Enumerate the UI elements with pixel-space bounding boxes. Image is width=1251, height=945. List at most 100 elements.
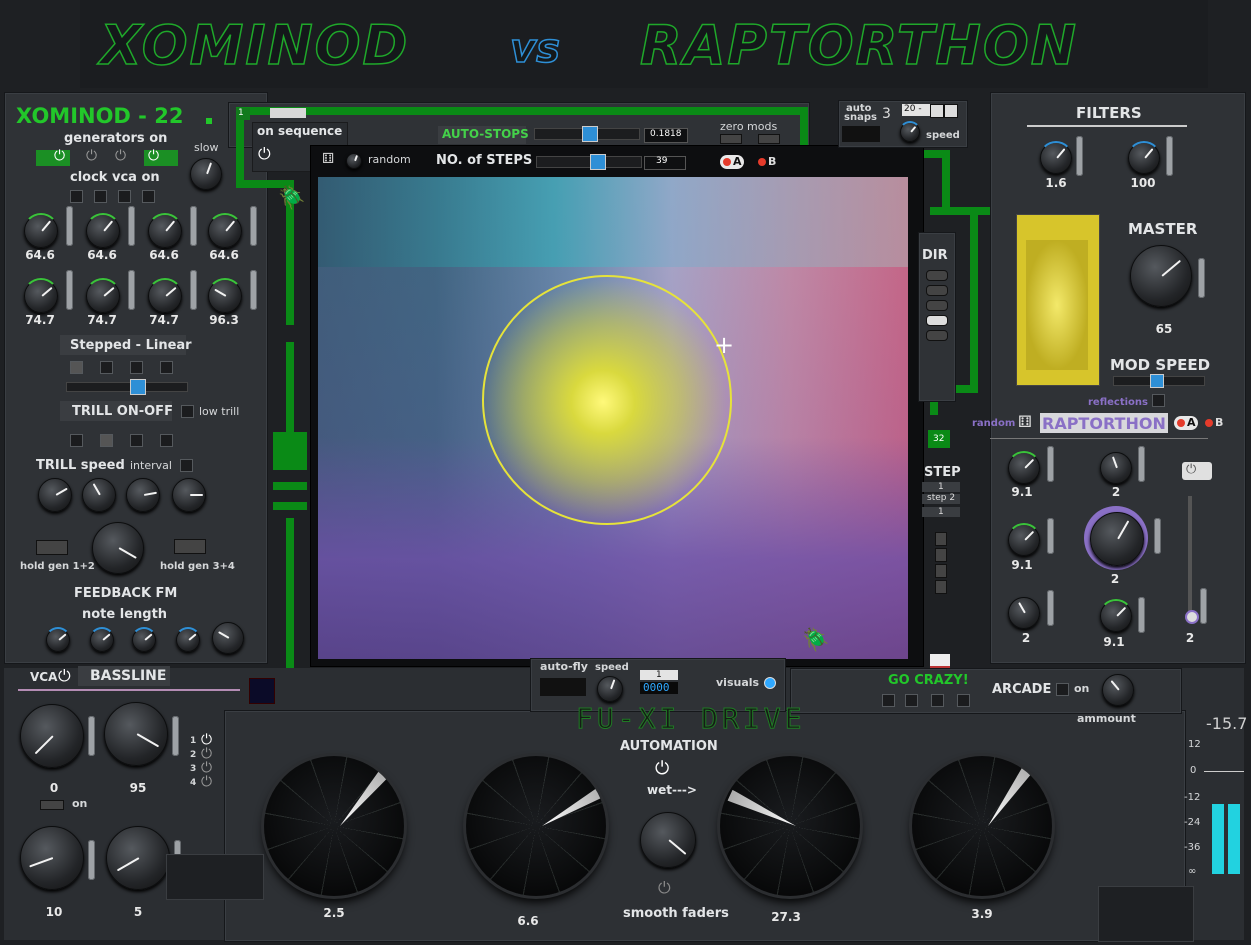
rap-knob-3[interactable] — [1007, 523, 1041, 556]
trill-check-2[interactable] — [100, 434, 113, 447]
rap-knob-6[interactable] — [1099, 599, 1133, 632]
bassline-knob-3[interactable] — [20, 826, 84, 890]
step-button-2[interactable] — [935, 548, 947, 562]
steps-slider-thumb[interactable] — [590, 154, 606, 170]
big-knob-2[interactable] — [466, 756, 606, 896]
seq-b-dot[interactable] — [758, 158, 766, 166]
filter-fader-2[interactable] — [1166, 136, 1173, 176]
auto-snaps-plus[interactable] — [944, 104, 958, 118]
stepped-check-2[interactable] — [100, 361, 113, 374]
rap-fader-3[interactable] — [1047, 518, 1054, 554]
steps-slider-track[interactable] — [536, 156, 642, 168]
clock-vca-check-2[interactable] — [94, 190, 107, 203]
rap-fader-2[interactable] — [1138, 446, 1145, 482]
dir-button-1[interactable] — [926, 270, 948, 281]
gen-fader-3[interactable] — [190, 206, 197, 246]
trill-check-3[interactable] — [130, 434, 143, 447]
stepped-check-1[interactable] — [70, 361, 83, 374]
gen-fader-7[interactable] — [190, 270, 197, 310]
clock-vca-check-1[interactable] — [70, 190, 83, 203]
gen-knob-6[interactable] — [85, 278, 121, 313]
power-icon[interactable]: ⏻ — [201, 774, 212, 790]
dice-icon[interactable]: ⚅ — [322, 151, 334, 167]
automation-power-icon[interactable]: ⏻ — [655, 758, 669, 779]
crazy-check-4[interactable] — [957, 694, 970, 707]
visualizer-canvas[interactable]: + — [318, 177, 908, 659]
master-knob[interactable] — [1130, 245, 1192, 307]
trill-check-4[interactable] — [160, 434, 173, 447]
rap-knob-1[interactable] — [1007, 451, 1041, 484]
hold-gen-34-button[interactable] — [174, 539, 206, 554]
zero-mods-button-2[interactable] — [758, 134, 780, 144]
step-button-1[interactable] — [935, 532, 947, 546]
wet-knob[interactable] — [640, 812, 696, 868]
rap-side-fader[interactable] — [1200, 588, 1207, 624]
stepped-slider-thumb[interactable] — [130, 379, 146, 395]
big-knob-4[interactable] — [912, 756, 1052, 896]
crazy-check-2[interactable] — [905, 694, 918, 707]
hold-gen-12-button[interactable] — [36, 540, 68, 555]
bassline-fader-3[interactable] — [88, 840, 95, 880]
trill-knob-2[interactable] — [82, 478, 116, 512]
rap-knob-2[interactable] — [1100, 452, 1132, 484]
crazy-check-1[interactable] — [882, 694, 895, 707]
reflections-check[interactable] — [1152, 394, 1165, 407]
rap-side-thumb[interactable] — [1185, 610, 1199, 624]
stepped-check-3[interactable] — [130, 361, 143, 374]
dir-button-3[interactable] — [926, 300, 948, 311]
big-knob-1[interactable] — [264, 756, 404, 896]
vca-power-icon[interactable]: ⏻ — [58, 666, 71, 686]
auto-stops-slider-thumb[interactable] — [582, 126, 598, 142]
auto-snaps-speed-knob[interactable] — [899, 121, 921, 142]
visuals-led[interactable] — [764, 677, 776, 689]
gen-fader-5[interactable] — [66, 270, 73, 310]
rap-fader-5[interactable] — [1047, 590, 1054, 626]
bassline-fader-2[interactable] — [172, 716, 179, 756]
note-length-knob-1[interactable] — [45, 627, 71, 652]
crazy-check-3[interactable] — [931, 694, 944, 707]
interval-check[interactable] — [180, 459, 193, 472]
gen-fader-8[interactable] — [250, 270, 257, 310]
filter-knob-1[interactable] — [1039, 141, 1073, 174]
bassline-knob-1[interactable] — [20, 704, 84, 768]
random-knob[interactable] — [346, 153, 362, 169]
rap-big-knob[interactable] — [1090, 512, 1144, 566]
gen-knob-5[interactable] — [23, 278, 59, 313]
gen-knob-8[interactable] — [207, 278, 243, 313]
note-length-knob-4[interactable] — [175, 627, 201, 652]
filter-fader-1[interactable] — [1076, 136, 1083, 176]
ammount-knob[interactable] — [1102, 674, 1134, 706]
gen-knob-4[interactable] — [207, 213, 243, 248]
rap-knob-5[interactable] — [1008, 597, 1040, 629]
mod-speed-slider-thumb[interactable] — [1150, 374, 1164, 388]
gen-knob-7[interactable] — [147, 278, 183, 313]
bassline-knob-4[interactable] — [106, 826, 170, 890]
gen-fader-6[interactable] — [128, 270, 135, 310]
gen-knob-2[interactable] — [85, 213, 121, 248]
auto-fly-button[interactable] — [540, 678, 586, 696]
on-sequence-power-icon[interactable]: ⏻ — [258, 144, 271, 164]
stepped-check-4[interactable] — [160, 361, 173, 374]
step-button-3[interactable] — [935, 564, 947, 578]
dir-button-4[interactable] — [926, 315, 948, 326]
step-button-4[interactable] — [935, 580, 947, 594]
rap-fader-1[interactable] — [1047, 446, 1054, 482]
gen-fader-4[interactable] — [250, 206, 257, 246]
power-icon[interactable]: ⏻ — [115, 148, 126, 164]
note-length-knob-5[interactable] — [212, 622, 244, 654]
dir-button-2[interactable] — [926, 285, 948, 296]
slow-knob[interactable] — [190, 158, 222, 190]
note-length-knob-2[interactable] — [89, 627, 115, 652]
bassline-fader-1[interactable] — [88, 716, 95, 756]
trill-knob-3[interactable] — [126, 478, 160, 512]
auto-fly-speed-knob[interactable] — [597, 676, 623, 702]
bassline-on-button[interactable] — [40, 800, 64, 810]
trill-knob-1[interactable] — [38, 478, 72, 512]
note-length-knob-3[interactable] — [131, 627, 157, 652]
rap-b-dot[interactable] — [1205, 419, 1213, 427]
clock-vca-check-3[interactable] — [118, 190, 131, 203]
rap-side-track[interactable] — [1188, 496, 1192, 616]
gen-fader-2[interactable] — [128, 206, 135, 246]
power-icon[interactable]: ⏻ — [86, 148, 97, 164]
gen-knob-1[interactable] — [23, 213, 59, 248]
